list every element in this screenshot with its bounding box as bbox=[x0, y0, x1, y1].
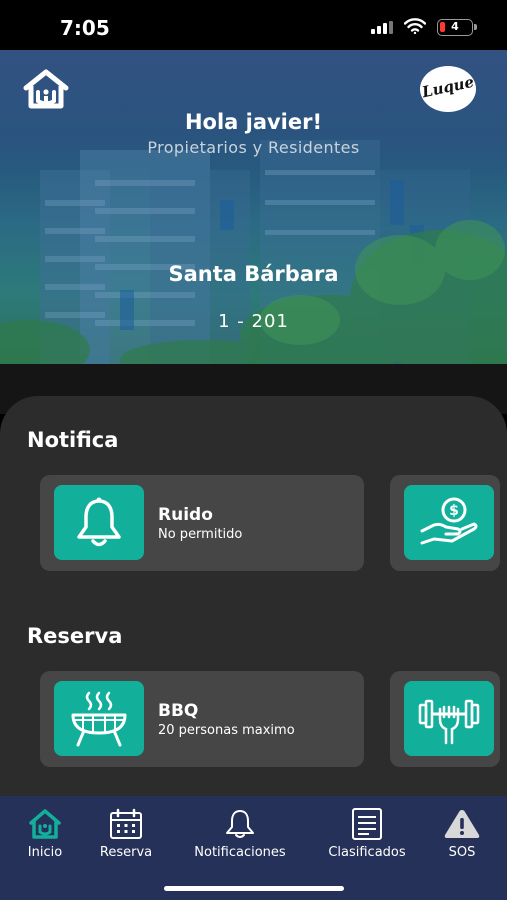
nav-item-notificaciones[interactable]: Notificaciones bbox=[190, 808, 290, 860]
card-title: BBQ bbox=[158, 701, 199, 721]
home-indicator[interactable] bbox=[164, 886, 344, 891]
wifi-icon bbox=[404, 18, 426, 34]
grill-icon bbox=[54, 681, 144, 756]
dumbbell-icon bbox=[404, 681, 494, 756]
warning-icon bbox=[444, 810, 480, 838]
brand-logo: Luque bbox=[420, 66, 476, 112]
card-description: 20 personas maximo bbox=[158, 723, 295, 738]
bell-icon bbox=[226, 810, 254, 838]
card-description: No permitido bbox=[158, 527, 243, 542]
cellular-signal-icon bbox=[371, 21, 395, 34]
status-time: 7:05 bbox=[60, 16, 110, 40]
battery-icon: 4 bbox=[437, 19, 477, 36]
nav-item-reserva[interactable]: Reserva bbox=[96, 808, 156, 860]
reserva-card-gym[interactable] bbox=[390, 671, 500, 767]
nav-label: SOS bbox=[448, 845, 476, 860]
calendar-icon bbox=[110, 808, 142, 839]
document-icon bbox=[352, 808, 382, 840]
app-home-logo-icon[interactable] bbox=[22, 68, 70, 110]
bell-icon bbox=[54, 485, 144, 560]
building-name: Santa Bárbara bbox=[168, 262, 339, 286]
money-hand-icon: $ bbox=[404, 485, 494, 560]
unit-number: 1 - 201 bbox=[218, 311, 289, 332]
section-title-reserva: Reserva bbox=[27, 624, 123, 648]
bottom-navigation: Inicio Reserva Notificaciones Clasificad… bbox=[0, 796, 507, 900]
greeting: Hola javier! bbox=[184, 110, 323, 134]
svg-text:$: $ bbox=[449, 503, 459, 519]
status-bar: 7:05 4 bbox=[0, 0, 507, 50]
nav-label: Reserva bbox=[99, 845, 153, 860]
nav-item-sos[interactable]: SOS bbox=[440, 808, 484, 860]
brand-logo-text: Luque bbox=[420, 72, 476, 102]
nav-item-inicio[interactable]: Inicio bbox=[20, 808, 70, 860]
home-icon bbox=[29, 809, 61, 839]
nav-item-clasificados[interactable]: Clasificados bbox=[322, 808, 412, 860]
header-banner: Luque Hola javier! Propietarios y Reside… bbox=[0, 50, 507, 364]
section-title-notifica: Notifica bbox=[27, 428, 119, 452]
user-role: Propietarios y Residentes bbox=[147, 138, 360, 157]
nav-label: Inicio bbox=[27, 845, 63, 860]
nav-label: Notificaciones bbox=[194, 845, 286, 860]
content-panel: Notifica Ruido No permitido $ Reserva BB… bbox=[0, 396, 507, 796]
reserva-card-bbq[interactable]: BBQ 20 personas maximo bbox=[40, 671, 364, 767]
notifica-card-pago[interactable]: $ bbox=[390, 475, 500, 571]
battery-level: 4 bbox=[451, 20, 459, 33]
notifica-card-ruido[interactable]: Ruido No permitido bbox=[40, 475, 364, 571]
card-title: Ruido bbox=[158, 505, 213, 525]
nav-label: Clasificados bbox=[328, 845, 406, 860]
